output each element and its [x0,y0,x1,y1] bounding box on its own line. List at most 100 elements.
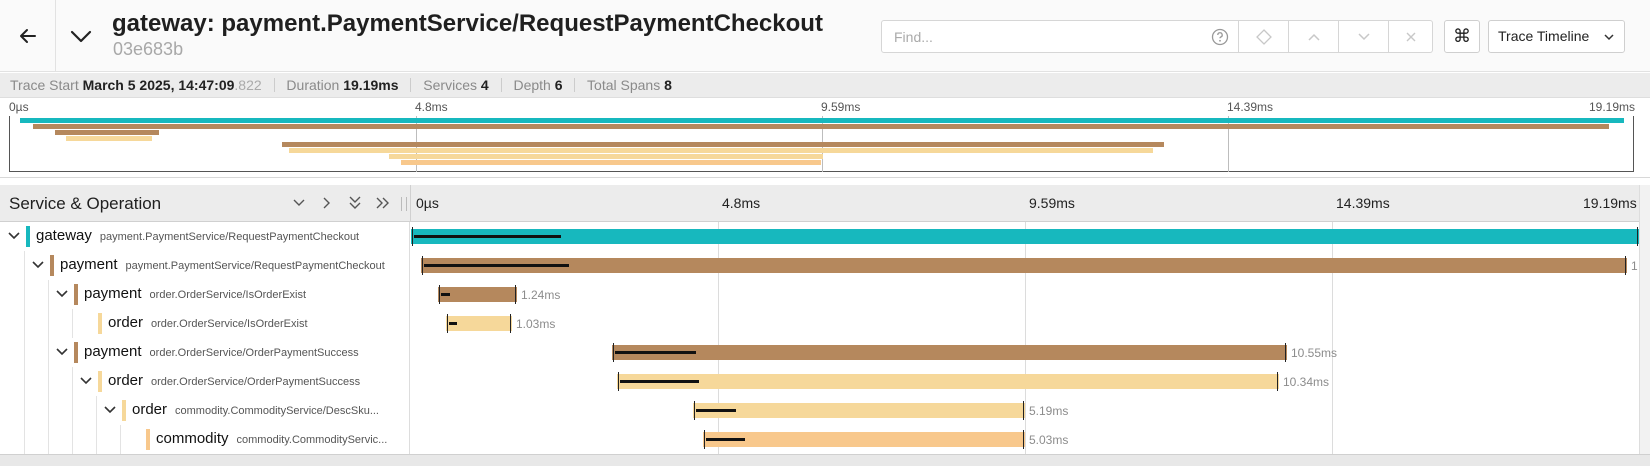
span-duration-label: 10.34ms [1283,375,1330,389]
expand-toggle[interactable] [6,228,22,244]
help-button[interactable] [1202,20,1239,53]
clear-search-button[interactable] [1389,20,1433,53]
span-row[interactable]: order order.OrderService/IsOrderExist 1.03… [0,309,1650,338]
service-name: payment [84,343,142,360]
span-row[interactable]: payment payment.PaymentService/RequestPay… [0,251,1650,280]
span-row[interactable]: order order.OrderService/OrderPaymentSucc… [0,367,1650,396]
span-name-cell[interactable]: gateway payment.PaymentService/RequestPay… [0,222,410,251]
span-bar[interactable] [693,403,1025,418]
span-name-cell[interactable]: order order.OrderService/IsOrderExist [0,309,410,338]
collapse-one-button[interactable] [290,193,308,213]
span-log-marker [439,285,440,304]
span-service-name[interactable]: gateway payment.PaymentService/RequestPay… [36,227,359,244]
service-name: gateway [36,227,92,244]
expand-toggle[interactable] [78,373,94,389]
chevrons-right-icon [376,197,389,209]
span-timeline-cell[interactable]: 5.19ms [411,396,1639,425]
column-resize-handle[interactable] [401,197,407,211]
span-row[interactable]: order commodity.CommodityService/DescSku.… [0,396,1650,425]
span-timeline-cell[interactable]: 1.24ms [411,280,1639,309]
service-color-marker [122,400,126,421]
service-color-marker [74,284,78,305]
span-row[interactable]: payment order.OrderService/IsOrderExist 1.… [0,280,1650,309]
next-result-button[interactable] [1339,20,1389,53]
span-timeline-cell[interactable] [411,222,1639,251]
expand-toggle[interactable] [54,344,70,360]
service-name: order [108,372,144,389]
operation-name: commodity.CommodityServic... [236,434,388,446]
span-duration-label: 10.55ms [1291,346,1338,360]
indent-guide [48,280,49,309]
span-bar[interactable] [612,345,1287,360]
minimap-tick-label: 0µs [9,100,29,114]
view-type-select[interactable]: Trace Timeline [1488,20,1625,53]
service-color-marker [26,226,30,247]
span-name-cell[interactable]: payment payment.PaymentService/RequestPay… [0,251,410,280]
find-input[interactable] [881,20,1203,53]
expand-toggle[interactable] [102,402,118,418]
operation-name: order.OrderService/OrderPaymentSuccess [151,376,361,388]
span-row[interactable]: payment order.OrderService/OrderPaymentSu… [0,338,1650,367]
span-name-cell[interactable]: commodity commodity.CommodityServic... [0,425,410,454]
span-service-name[interactable]: order order.OrderService/IsOrderExist [108,314,308,331]
span-service-name[interactable]: commodity commodity.CommodityServic... [156,430,387,447]
collapse-all-button[interactable] [374,193,392,213]
operation-name: payment.PaymentService/RequestPaymentChe… [99,231,360,243]
span-duration-label: 1 [1631,259,1638,273]
expand-toggle[interactable] [54,286,70,302]
minimap-span-bar [401,160,821,165]
critical-path-segment [706,438,745,441]
service-color-marker [146,429,150,450]
minimap-span-bar [66,136,152,141]
span-name-cell[interactable]: payment order.OrderService/IsOrderExist [0,280,410,309]
span-service-name[interactable]: payment order.OrderService/OrderPaymentSu… [84,343,359,360]
service-name: order [108,314,144,331]
span-bar[interactable] [703,432,1025,447]
span-row[interactable]: gateway payment.PaymentService/RequestPay… [0,222,1650,251]
chevron-down-icon [32,261,44,269]
span-timeline-cell[interactable]: 1.03ms [411,309,1639,338]
trace-title: gateway: payment.PaymentService/RequestP… [112,10,823,37]
trace-page: gateway: payment.PaymentService/RequestP… [0,0,1650,466]
operation-name: order.OrderService/IsOrderExist [151,318,308,330]
timeline-header: Service & Operation 0µs 4.8ms 9.59ms 14.… [0,185,1650,222]
span-timeline-cell[interactable]: 10.34ms [411,367,1639,396]
minimap-span-bar [289,148,1153,153]
minimap-span-bar [389,154,823,159]
operation-name: order.OrderService/OrderPaymentSuccess [149,347,359,359]
span-name-cell[interactable]: order commodity.CommodityService/DescSku.… [0,396,410,425]
back-button[interactable] [0,0,56,72]
keyboard-shortcuts-button[interactable]: ⌘ [1444,20,1480,53]
indent-guide [48,396,49,425]
collapse-header-button[interactable] [66,22,96,52]
minimap-span-bar [33,124,1609,129]
expand-all-button[interactable] [346,193,364,213]
critical-path-segment [414,235,561,238]
scrollbar-track[interactable] [1639,185,1650,454]
span-bar[interactable] [411,229,1639,244]
span-service-name[interactable]: payment order.OrderService/IsOrderExist [84,285,306,302]
locate-span-button[interactable] [1239,20,1289,53]
span-log-marker [515,285,516,304]
critical-path-segment [615,351,696,354]
question-circle-icon [1211,28,1229,45]
span-timeline-cell[interactable]: 1 [411,251,1639,280]
expand-one-button[interactable] [318,193,336,213]
span-service-name[interactable]: order commodity.CommodityService/DescSku.… [132,401,379,418]
depth-value: 6 [554,77,563,93]
span-bar[interactable] [617,374,1279,389]
span-service-name[interactable]: order order.OrderService/OrderPaymentSucc… [108,372,360,389]
span-service-name[interactable]: payment payment.PaymentService/RequestPay… [60,256,385,273]
prev-result-button[interactable] [1289,20,1339,53]
span-timeline-cell[interactable]: 5.03ms [411,425,1639,454]
span-bar[interactable] [421,258,1627,273]
service-name: payment [84,285,142,302]
column-title: Service & Operation [9,194,162,213]
span-row[interactable]: commodity commodity.CommodityServic... 5.0… [0,425,1650,454]
span-name-cell[interactable]: order order.OrderService/OrderPaymentSucc… [0,367,410,396]
trace-minimap[interactable]: 0µs 4.8ms 9.59ms 14.39ms 19.19ms [0,98,1650,178]
span-name-cell[interactable]: payment order.OrderService/OrderPaymentSu… [0,338,410,367]
expand-toggle[interactable] [30,257,46,273]
minimap-canvas[interactable] [9,116,1634,172]
span-timeline-cell[interactable]: 10.55ms [411,338,1639,367]
